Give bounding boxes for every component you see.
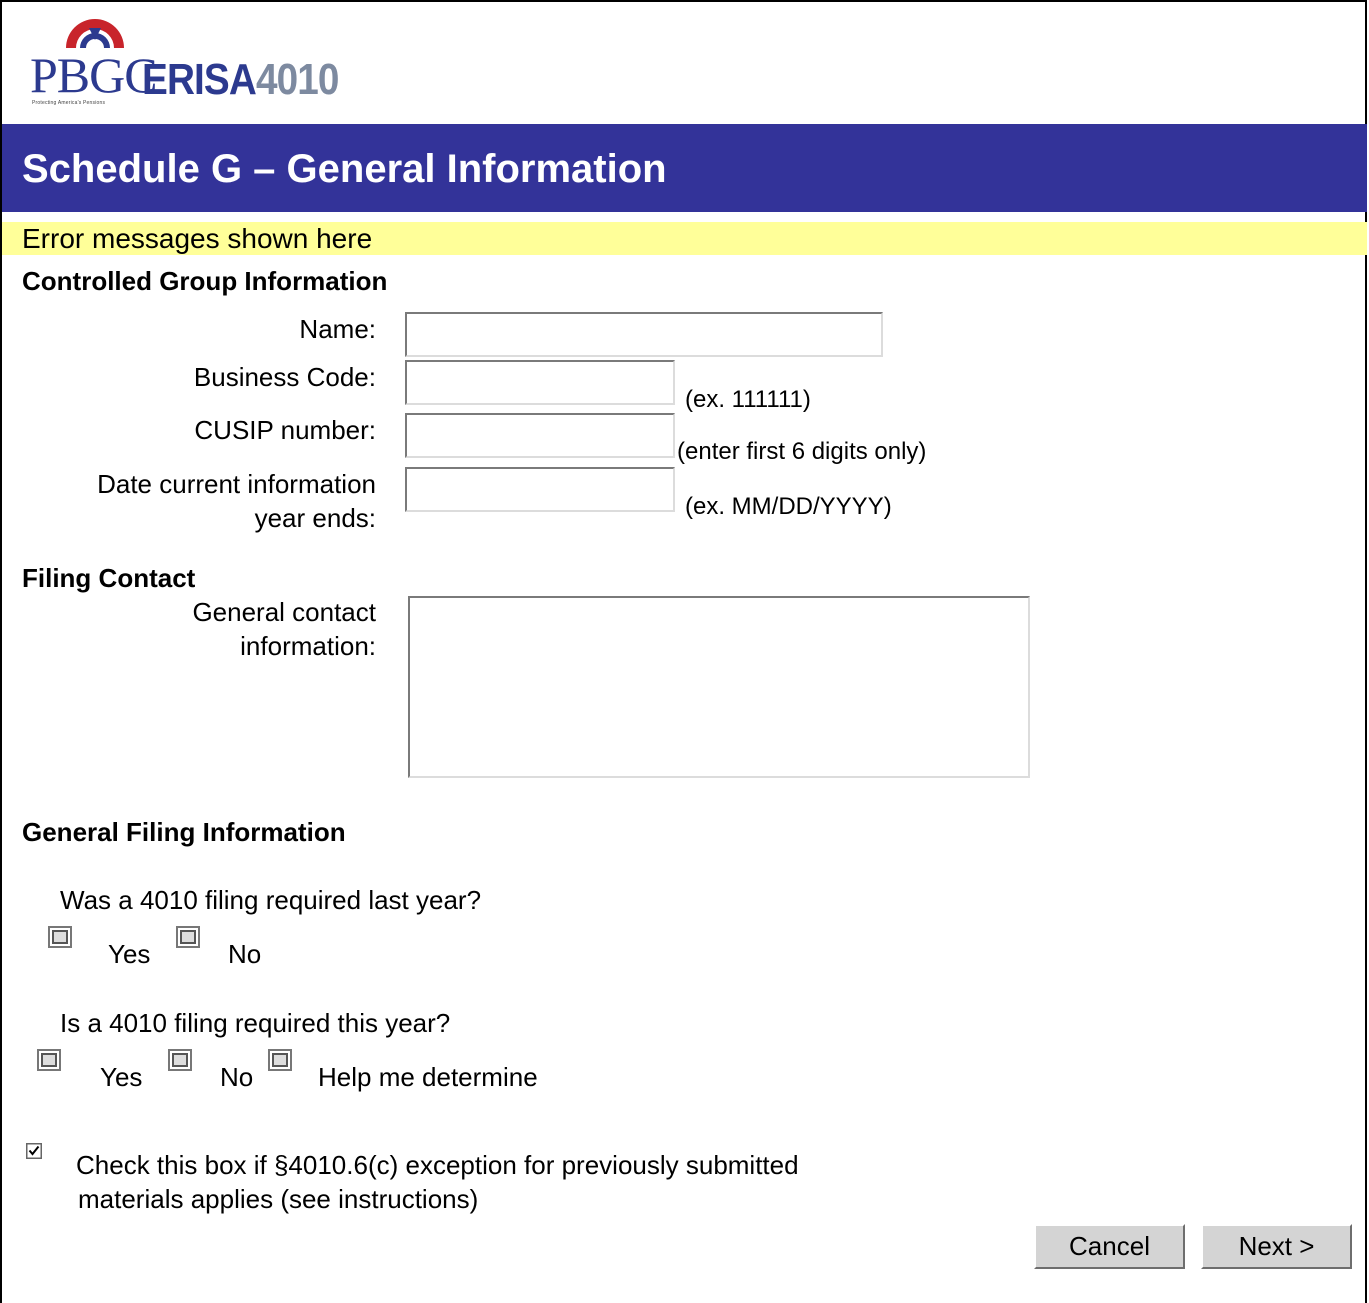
radio-last-year-no[interactable] <box>176 926 200 948</box>
logo-product-text: ERISA4010 <box>142 58 339 102</box>
section-heading-general-filing: General Filing Information <box>22 817 346 847</box>
radio-label-last-year-yes: Yes <box>108 939 151 969</box>
business-code-label: Business Code: <box>193 362 376 392</box>
radio-this-year-yes[interactable] <box>37 1049 61 1071</box>
cusip-hint: (enter first 6 digits only) <box>677 438 927 465</box>
radio-this-year-help[interactable] <box>268 1049 292 1071</box>
logo-tagline: Protecting America's Pensions <box>32 100 106 106</box>
pbgc-erisa-logo: PBGC ERISA4010 Protecting America's Pens… <box>30 14 390 110</box>
radio-label-this-year-help: Help me determine <box>318 1062 538 1092</box>
radio-label-this-year-yes: Yes <box>100 1062 143 1092</box>
logo-brand-text: PBGC <box>30 47 158 103</box>
cusip-input[interactable] <box>405 413 675 458</box>
contact-label-line1: General contact <box>192 597 376 627</box>
section-heading-controlled-group: Controlled Group Information <box>22 266 388 296</box>
error-message-bar: Error messages shown here <box>2 222 1367 255</box>
cancel-button[interactable]: Cancel <box>1034 1224 1185 1269</box>
question-last-year: Was a 4010 filing required last year? <box>60 885 482 915</box>
radio-last-year-yes[interactable] <box>48 926 72 948</box>
general-contact-textarea[interactable] <box>408 596 1030 778</box>
next-button[interactable]: Next > <box>1201 1224 1352 1269</box>
question-this-year: Is a 4010 filing required this year? <box>60 1008 451 1038</box>
date-input[interactable] <box>405 467 675 512</box>
exception-label-line2: materials applies (see instructions) <box>78 1184 479 1214</box>
date-label-line2: year ends: <box>254 503 376 533</box>
name-input[interactable] <box>405 312 883 357</box>
exception-checkbox[interactable] <box>26 1143 42 1159</box>
section-heading-filing-contact: Filing Contact <box>22 563 196 593</box>
date-label-line1: Date current information <box>97 469 376 499</box>
error-message-text: Error messages shown here <box>22 223 373 254</box>
exception-label-line1: Check this box if §4010.6(c) exception f… <box>76 1150 799 1180</box>
page-title: Schedule G – General Information <box>22 147 667 191</box>
radio-this-year-no[interactable] <box>168 1049 192 1071</box>
business-code-hint: (ex. 111111) <box>685 386 811 413</box>
name-label: Name: <box>299 314 376 344</box>
cusip-label: CUSIP number: <box>194 415 376 445</box>
contact-label-line2: information: <box>240 631 376 661</box>
logo-product-number: 4010 <box>255 55 340 104</box>
logo-product-word: ERISA <box>142 55 257 104</box>
radio-label-this-year-no: No <box>220 1062 254 1092</box>
date-hint: (ex. MM/DD/YYYY) <box>685 493 892 520</box>
title-bar: Schedule G – General Information <box>2 124 1367 212</box>
radio-label-last-year-no: No <box>228 939 262 969</box>
business-code-input[interactable] <box>405 360 675 405</box>
